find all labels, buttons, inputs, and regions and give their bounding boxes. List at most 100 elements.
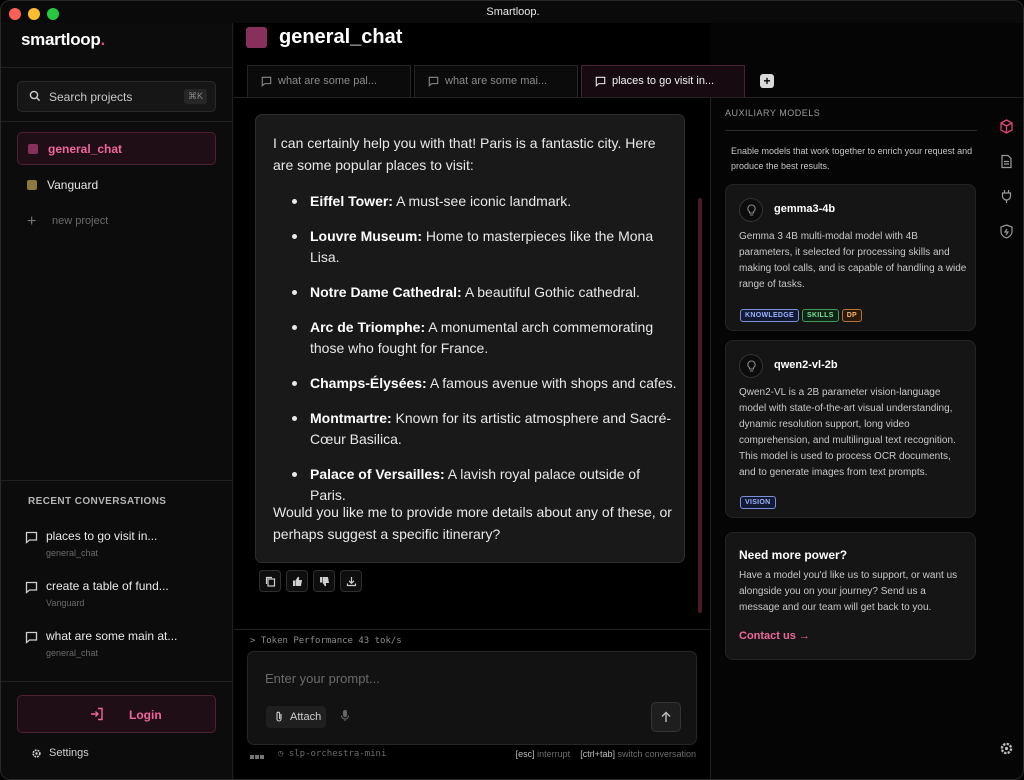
copy-icon	[265, 576, 276, 587]
tab-conversation[interactable]: what are some mai...	[414, 65, 578, 97]
thumbs-up-button[interactable]	[286, 570, 308, 592]
add-tab-button[interactable]: +	[760, 74, 774, 88]
right-icon-rail	[990, 23, 1023, 779]
status-indicator-icon	[250, 751, 265, 761]
aux-heading: AUXILIARY MODELS	[725, 108, 821, 118]
model-card-qwen2-vl-2b[interactable]: qwen2-vl-2b Qwen2-VL is a 2B parameter v…	[725, 340, 976, 518]
tab-label: what are some pal...	[278, 75, 378, 87]
main-panel: general_chat what are some pal... what a…	[234, 23, 1023, 779]
search-placeholder: Search projects	[49, 90, 133, 104]
list-item: Montmartre: Known for its artistic atmos…	[292, 408, 677, 450]
lightbulb-icon	[739, 354, 763, 378]
recent-conversations-heading: RECENT CONVERSATIONS	[28, 496, 167, 507]
cube-icon[interactable]	[999, 119, 1014, 134]
model-card-gemma3-4b[interactable]: gemma3-4b Gemma 3 4B multi-modal model w…	[725, 184, 976, 331]
model-description: Gemma 3 4B multi-modal model with 4B par…	[739, 231, 967, 290]
brand-logo: smartloop.	[21, 30, 105, 49]
login-button[interactable]: Login	[17, 695, 216, 733]
attach-button[interactable]: Attach	[266, 706, 326, 728]
new-project-button[interactable]: + new project	[17, 206, 216, 239]
conversation-project: general_chat	[46, 648, 99, 658]
aux-description: Enable models that work together to enri…	[731, 146, 973, 171]
project-color-badge	[246, 27, 267, 48]
search-icon	[29, 90, 41, 102]
title-bar: Smartloop.	[1, 1, 1023, 23]
login-icon	[91, 707, 103, 721]
thumbs-up-icon	[293, 576, 302, 586]
model-description: Qwen2-VL is a 2B parameter vision-langua…	[739, 387, 956, 478]
recent-conversation-item[interactable]: what are some main at... general_chat	[25, 629, 215, 669]
window-title: Smartloop.	[486, 6, 540, 18]
token-performance: > Token Performance 43 tok/s	[250, 636, 402, 646]
recent-conversation-item[interactable]: places to go visit in... general_chat	[25, 529, 215, 569]
chat-bubble-icon	[428, 76, 439, 87]
chat-bubble-icon	[595, 76, 606, 87]
list-item: Champs-Élysées: A famous avenue with sho…	[292, 373, 677, 394]
power-title: Need more power?	[739, 548, 848, 562]
divider	[1, 67, 233, 68]
tag-badge: SKILLS	[801, 309, 839, 322]
conversation-title: what are some main at...	[46, 629, 178, 643]
lightbulb-icon	[739, 198, 763, 222]
conversation-project: Vanguard	[46, 598, 85, 608]
places-list: Eiffel Tower: A must-see iconic landmark…	[292, 191, 677, 520]
conversation-title: places to go visit in...	[46, 529, 158, 543]
tab-label: places to go visit in...	[612, 75, 715, 87]
chat-bubble-icon	[261, 76, 272, 87]
project-vanguard[interactable]: Vanguard	[17, 169, 216, 202]
search-shortcut: ⌘K	[183, 89, 207, 104]
tag-badge: DP	[841, 309, 863, 322]
chat-scrollbar[interactable]	[698, 198, 702, 613]
model-name: gemma3-4b	[774, 203, 836, 215]
project-general-chat[interactable]: general_chat	[17, 132, 216, 165]
divider	[234, 629, 710, 630]
download-icon	[346, 577, 357, 587]
thumbs-down-icon	[320, 577, 329, 587]
send-button[interactable]	[651, 702, 681, 732]
model-tags: VISION	[740, 491, 779, 509]
plus-icon: +	[27, 213, 37, 230]
new-project-label: new project	[52, 215, 109, 227]
active-model-name[interactable]: ◷ slp-orchestra-mini	[278, 749, 386, 759]
contact-us-link[interactable]: Contact us →	[739, 630, 810, 642]
search-projects-input[interactable]: Search projects ⌘K	[17, 81, 216, 112]
tab-label: what are some mai...	[445, 75, 548, 87]
tag-badge: VISION	[740, 496, 776, 509]
divider	[1, 681, 233, 682]
power-text: Have a model you'd like us to support, o…	[739, 570, 958, 613]
arrow-up-icon	[661, 711, 671, 722]
gear-icon[interactable]	[999, 741, 1014, 756]
gear-icon	[32, 749, 41, 758]
shield-icon[interactable]	[999, 224, 1014, 239]
project-label: general_chat	[48, 142, 123, 156]
settings-button[interactable]: Settings	[31, 747, 131, 763]
list-item: Louvre Museum: Home to masterpieces like…	[292, 226, 677, 268]
conversation-title: create a table of fund...	[46, 579, 169, 593]
divider	[1, 121, 233, 122]
login-label: Login	[129, 708, 162, 722]
microphone-icon[interactable]	[340, 709, 350, 722]
tab-conversation-active[interactable]: places to go visit in...	[581, 65, 745, 97]
copy-button[interactable]	[259, 570, 281, 592]
plug-icon[interactable]	[999, 189, 1014, 204]
document-icon[interactable]	[999, 154, 1014, 169]
paperclip-icon	[276, 711, 282, 722]
project-color-swatch	[28, 144, 38, 154]
status-bar: ◷ slp-orchestra-mini [esc] interrupt [ct…	[250, 749, 696, 761]
download-button[interactable]	[340, 570, 362, 592]
need-more-power-card: Need more power? Have a model you'd like…	[725, 532, 976, 660]
message-intro: I can certainly help you with that! Pari…	[273, 135, 656, 173]
tag-badge: KNOWLEDGE	[740, 309, 799, 322]
list-item: Arc de Triomphe: A monumental arch comme…	[292, 317, 677, 359]
sidebar: smartloop. Search projects ⌘K general_ch…	[1, 23, 233, 779]
list-item: Eiffel Tower: A must-see iconic landmark…	[292, 191, 677, 212]
divider	[725, 130, 977, 131]
recent-conversation-item[interactable]: create a table of fund... Vanguard	[25, 579, 215, 619]
assistant-message: I can certainly help you with that! Pari…	[255, 114, 685, 563]
settings-label: Settings	[49, 747, 89, 759]
prompt-input[interactable]: Enter your prompt...	[265, 671, 380, 686]
thumbs-down-button[interactable]	[313, 570, 335, 592]
list-item: Palace of Versailles: A lavish royal pal…	[292, 464, 677, 506]
list-item: Notre Dame Cathedral: A beautiful Gothic…	[292, 282, 677, 303]
tab-conversation[interactable]: what are some pal...	[247, 65, 411, 97]
